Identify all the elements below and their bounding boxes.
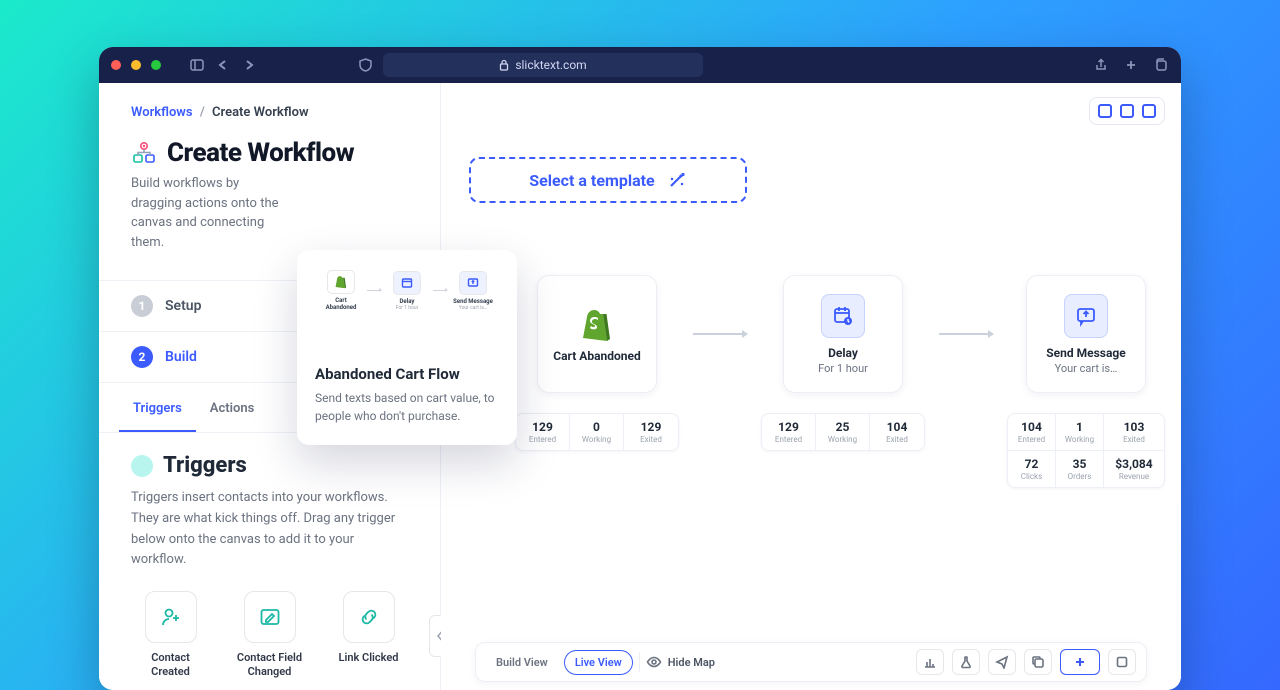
shopify-icon xyxy=(579,305,615,349)
window-min-dot[interactable] xyxy=(131,60,141,70)
calendar-clock-icon xyxy=(821,294,865,338)
trigger-link-clicked[interactable]: Link Clicked xyxy=(329,591,408,680)
app-body: Workflows / Create Workflow C xyxy=(99,83,1181,690)
trigger-contact-created[interactable]: Contact Created xyxy=(131,591,210,680)
share-icon[interactable] xyxy=(1093,57,1109,73)
popover-preview: Cart Abandoned Delay For 1 hour Send Mes… xyxy=(315,264,499,323)
hide-map-button[interactable]: Hide Map xyxy=(646,654,715,670)
node-title: Send Message xyxy=(1046,346,1125,360)
contact-created-icon xyxy=(145,591,197,643)
breadcrumb: Workflows / Create Workflow xyxy=(131,105,408,120)
mini-message-icon xyxy=(459,271,487,295)
link-clicked-icon xyxy=(343,591,395,643)
trigger-contact-field-changed[interactable]: Contact Field Changed xyxy=(230,591,309,680)
node-send-message[interactable]: Send Message Your cart is… xyxy=(1026,275,1146,393)
shield-icon[interactable] xyxy=(357,57,373,73)
window-close-dot[interactable] xyxy=(111,60,121,70)
breadcrumb-root[interactable]: Workflows xyxy=(131,105,193,120)
add-button[interactable] xyxy=(1060,649,1100,675)
trigger-label: Contact Field Changed xyxy=(230,651,309,680)
select-template-label: Select a template xyxy=(529,171,654,190)
url-box[interactable]: slicktext.com xyxy=(383,53,703,77)
page-subtitle: Build workflows by dragging actions onto… xyxy=(131,174,281,252)
grid-icon xyxy=(1120,104,1134,118)
flow-arrow xyxy=(939,333,993,335)
page-title: Create Workflow xyxy=(167,138,354,168)
contact-field-changed-icon xyxy=(244,591,296,643)
triggers-dot-icon xyxy=(131,455,153,477)
workflow-canvas[interactable]: Select a template xyxy=(441,83,1181,690)
step-number: 2 xyxy=(131,346,153,368)
tab-triggers[interactable]: Triggers xyxy=(119,387,196,432)
step-number: 1 xyxy=(131,295,153,317)
select-template-button[interactable]: Select a template xyxy=(469,157,747,203)
copy-icon-button[interactable] xyxy=(1024,649,1052,675)
sidebar-toggle-icon[interactable] xyxy=(189,57,205,73)
popover-title: Abandoned Cart Flow xyxy=(315,365,499,383)
node-title: Cart Abandoned xyxy=(553,349,640,363)
send-message-icon xyxy=(1064,294,1108,338)
trigger-label: Link Clicked xyxy=(329,651,408,665)
back-icon[interactable] xyxy=(215,57,231,73)
template-popover[interactable]: Cart Abandoned Delay For 1 hour Send Mes… xyxy=(297,250,517,445)
popover-desc: Send texts based on cart value, to peopl… xyxy=(315,389,499,425)
section-title: Triggers xyxy=(163,453,247,478)
trigger-label: Contact Created xyxy=(131,651,210,680)
node-cart-abandoned[interactable]: Cart Abandoned xyxy=(537,275,657,393)
wand-icon xyxy=(667,170,687,190)
node-title: Delay xyxy=(828,346,858,360)
mini-shopify-icon xyxy=(327,270,355,294)
view-mode-switch[interactable] xyxy=(1089,97,1165,125)
fullscreen-icon-button[interactable] xyxy=(1108,649,1136,675)
node-stats: 129Entered 0Working 129Exited xyxy=(515,413,679,451)
flow-arrow xyxy=(693,333,747,335)
lock-icon xyxy=(499,59,509,71)
tab-actions[interactable]: Actions xyxy=(196,387,269,432)
node-subtitle: For 1 hour xyxy=(818,362,868,375)
build-view-button[interactable]: Build View xyxy=(486,651,558,674)
window-max-dot[interactable] xyxy=(151,60,161,70)
grid-icon xyxy=(1142,104,1156,118)
new-tab-icon[interactable] xyxy=(1123,57,1139,73)
eye-icon xyxy=(646,654,662,670)
node-stats: 129Entered 25Working 104Exited xyxy=(761,413,925,451)
forward-icon[interactable] xyxy=(241,57,257,73)
node-delay[interactable]: Delay For 1 hour xyxy=(783,275,903,393)
live-view-button[interactable]: Live View xyxy=(564,650,633,675)
breadcrumb-sep: / xyxy=(200,105,205,120)
workflow-icon xyxy=(131,140,157,166)
tabs-icon[interactable] xyxy=(1153,57,1169,73)
breadcrumb-current: Create Workflow xyxy=(212,105,309,120)
bottom-toolbar: Build View Live View Hide Map xyxy=(475,642,1147,682)
section-desc: Triggers insert contacts into your workf… xyxy=(131,488,408,571)
step-label: Build xyxy=(165,349,197,365)
flask-icon-button[interactable] xyxy=(952,649,980,675)
browser-window: slicktext.com Workflows / Create Workflo… xyxy=(99,47,1181,690)
trigger-list: Contact Created Contact Field Changed Li… xyxy=(131,591,408,680)
url-text: slicktext.com xyxy=(515,58,586,72)
mini-arrow xyxy=(367,290,381,291)
browser-titlebar: slicktext.com xyxy=(99,47,1181,83)
chart-icon-button[interactable] xyxy=(916,649,944,675)
step-label: Setup xyxy=(165,298,201,314)
flow-row: Cart Abandoned 129Entered 0Working 129Ex… xyxy=(515,275,1165,488)
mini-arrow xyxy=(433,290,447,291)
grid-icon xyxy=(1098,104,1112,118)
node-stats: 104Entered 1Working 103Exited 72Clicks 3… xyxy=(1007,413,1165,488)
mini-delay-icon xyxy=(393,271,421,295)
send-icon-button[interactable] xyxy=(988,649,1016,675)
node-subtitle: Your cart is… xyxy=(1055,362,1118,375)
